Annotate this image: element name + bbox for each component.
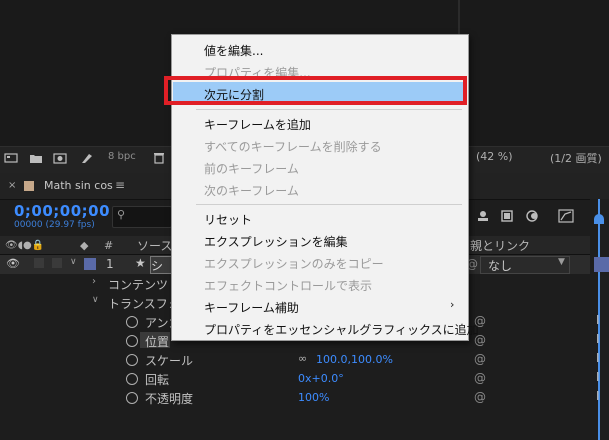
constrain-link-icon[interactable]: ∞ [298, 352, 307, 365]
expression-spiral-icon[interactable]: @ [474, 371, 486, 385]
stopwatch-icon[interactable] [126, 316, 138, 328]
label-tag-icon[interactable]: ◆ [80, 239, 88, 252]
menu-item-edit-expression[interactable]: エクスプレッションを編集 [204, 233, 348, 250]
always-preview-icon[interactable] [4, 152, 18, 164]
prop-rotation[interactable]: 回転 [145, 371, 169, 388]
layer-duration-bar[interactable] [594, 257, 609, 272]
composition-color-swatch [24, 181, 34, 191]
menu-item-next-keyframe[interactable]: 次のキーフレーム [204, 182, 299, 199]
shape-layer-star-icon: ★ [135, 256, 146, 270]
menu-item-keyframe-assistant[interactable]: キーフレーム補助 [204, 299, 299, 316]
menu-item-add-to-essential-graphics[interactable]: プロパティをエッセンシャルグラフィックスに追加 [204, 321, 479, 338]
folder-icon[interactable] [29, 152, 43, 164]
playhead-handle[interactable] [594, 214, 604, 224]
zoom-level[interactable]: (42 %) [476, 150, 513, 163]
parent-dropdown-value: なし [488, 259, 513, 273]
menu-item-copy-expression-only[interactable]: エクスプレッションのみをコピー [204, 255, 384, 272]
opacity-value[interactable]: 100% [298, 391, 329, 404]
lock-switch[interactable] [52, 258, 62, 268]
prop-opacity[interactable]: 不透明度 [145, 390, 193, 407]
tab-composition[interactable]: Math sin cos [44, 179, 113, 192]
column-parent-link[interactable]: 親とリンク [470, 237, 530, 254]
menu-item-delete-all-keyframes[interactable]: すべてのキーフレームを削除する [204, 138, 382, 155]
column-source-name[interactable]: ソース [137, 237, 172, 254]
stopwatch-icon[interactable] [126, 354, 138, 366]
chevron-down-icon: ▼ [558, 257, 565, 267]
annotation-highlight-frame [164, 76, 467, 105]
tree-contents[interactable]: コンテンツ [108, 276, 168, 293]
solo-switch[interactable] [34, 258, 44, 268]
expression-spiral-icon[interactable]: @ [474, 352, 486, 366]
menu-item-add-keyframe[interactable]: キーフレームを追加 [204, 116, 311, 133]
menu-separator [196, 204, 462, 205]
close-icon[interactable]: × [8, 180, 16, 191]
frame-rate-readout: 00000 (29.97 fps) [14, 220, 95, 230]
graph-editor-icon[interactable] [558, 209, 574, 223]
trash-icon[interactable] [152, 152, 166, 164]
menu-item-edit-value[interactable]: 値を編集... [204, 42, 263, 59]
resolution-select[interactable]: (1/2 画質) [550, 150, 602, 166]
chevron-down-icon[interactable]: ∨ [70, 257, 77, 267]
expression-spiral-icon[interactable]: @ [474, 390, 486, 404]
layer-label-color[interactable] [84, 258, 96, 270]
stopwatch-icon[interactable] [126, 392, 138, 404]
current-time-display[interactable]: 0;00;00;00 [14, 202, 110, 220]
stopwatch-icon[interactable] [126, 335, 138, 347]
menu-separator [196, 109, 462, 110]
av-features-icon[interactable]: 👁◖●🔒 [5, 240, 44, 251]
layer-number: 1 [106, 257, 114, 271]
pen-tool-icon[interactable] [80, 152, 94, 164]
menu-item-prev-keyframe[interactable]: 前のキーフレーム [204, 160, 299, 177]
layer-number-header: # [104, 239, 114, 252]
prop-scale[interactable]: スケール [145, 352, 193, 369]
chevron-down-icon[interactable]: ∨ [92, 295, 99, 305]
keyframe-marker[interactable]: I [596, 389, 600, 403]
keyframe-marker[interactable]: I [596, 351, 600, 365]
scale-value[interactable]: 100.0,100.0% [316, 353, 393, 366]
keyframe-marker[interactable]: I [596, 313, 600, 327]
stopwatch-icon[interactable] [126, 373, 138, 385]
chevron-right-icon[interactable]: › [92, 276, 96, 287]
visibility-eye-icon[interactable]: 👁 [6, 257, 20, 270]
search-icon: ⚲ [117, 208, 126, 221]
panel-menu-icon[interactable]: ≡ [115, 178, 125, 192]
shy-layers-icon[interactable] [476, 209, 490, 223]
tree-transform[interactable]: トランスフォ [108, 295, 180, 312]
motion-blur-icon[interactable] [525, 209, 539, 223]
frame-blending-icon[interactable] [500, 209, 514, 223]
keyframe-marker[interactable]: I [596, 332, 600, 346]
chevron-right-icon: › [450, 298, 455, 311]
menu-item-reset[interactable]: リセット [204, 211, 252, 228]
bit-depth-label[interactable]: 8 bpc [108, 151, 136, 162]
snapshot-icon[interactable] [53, 152, 67, 164]
prop-position[interactable]: 位置 [145, 333, 169, 350]
menu-item-show-in-effect-controls[interactable]: エフェクトコントロールで表示 [204, 277, 372, 294]
keyframe-marker[interactable]: I [596, 370, 600, 384]
rotation-value[interactable]: 0x+0.0° [298, 372, 344, 385]
